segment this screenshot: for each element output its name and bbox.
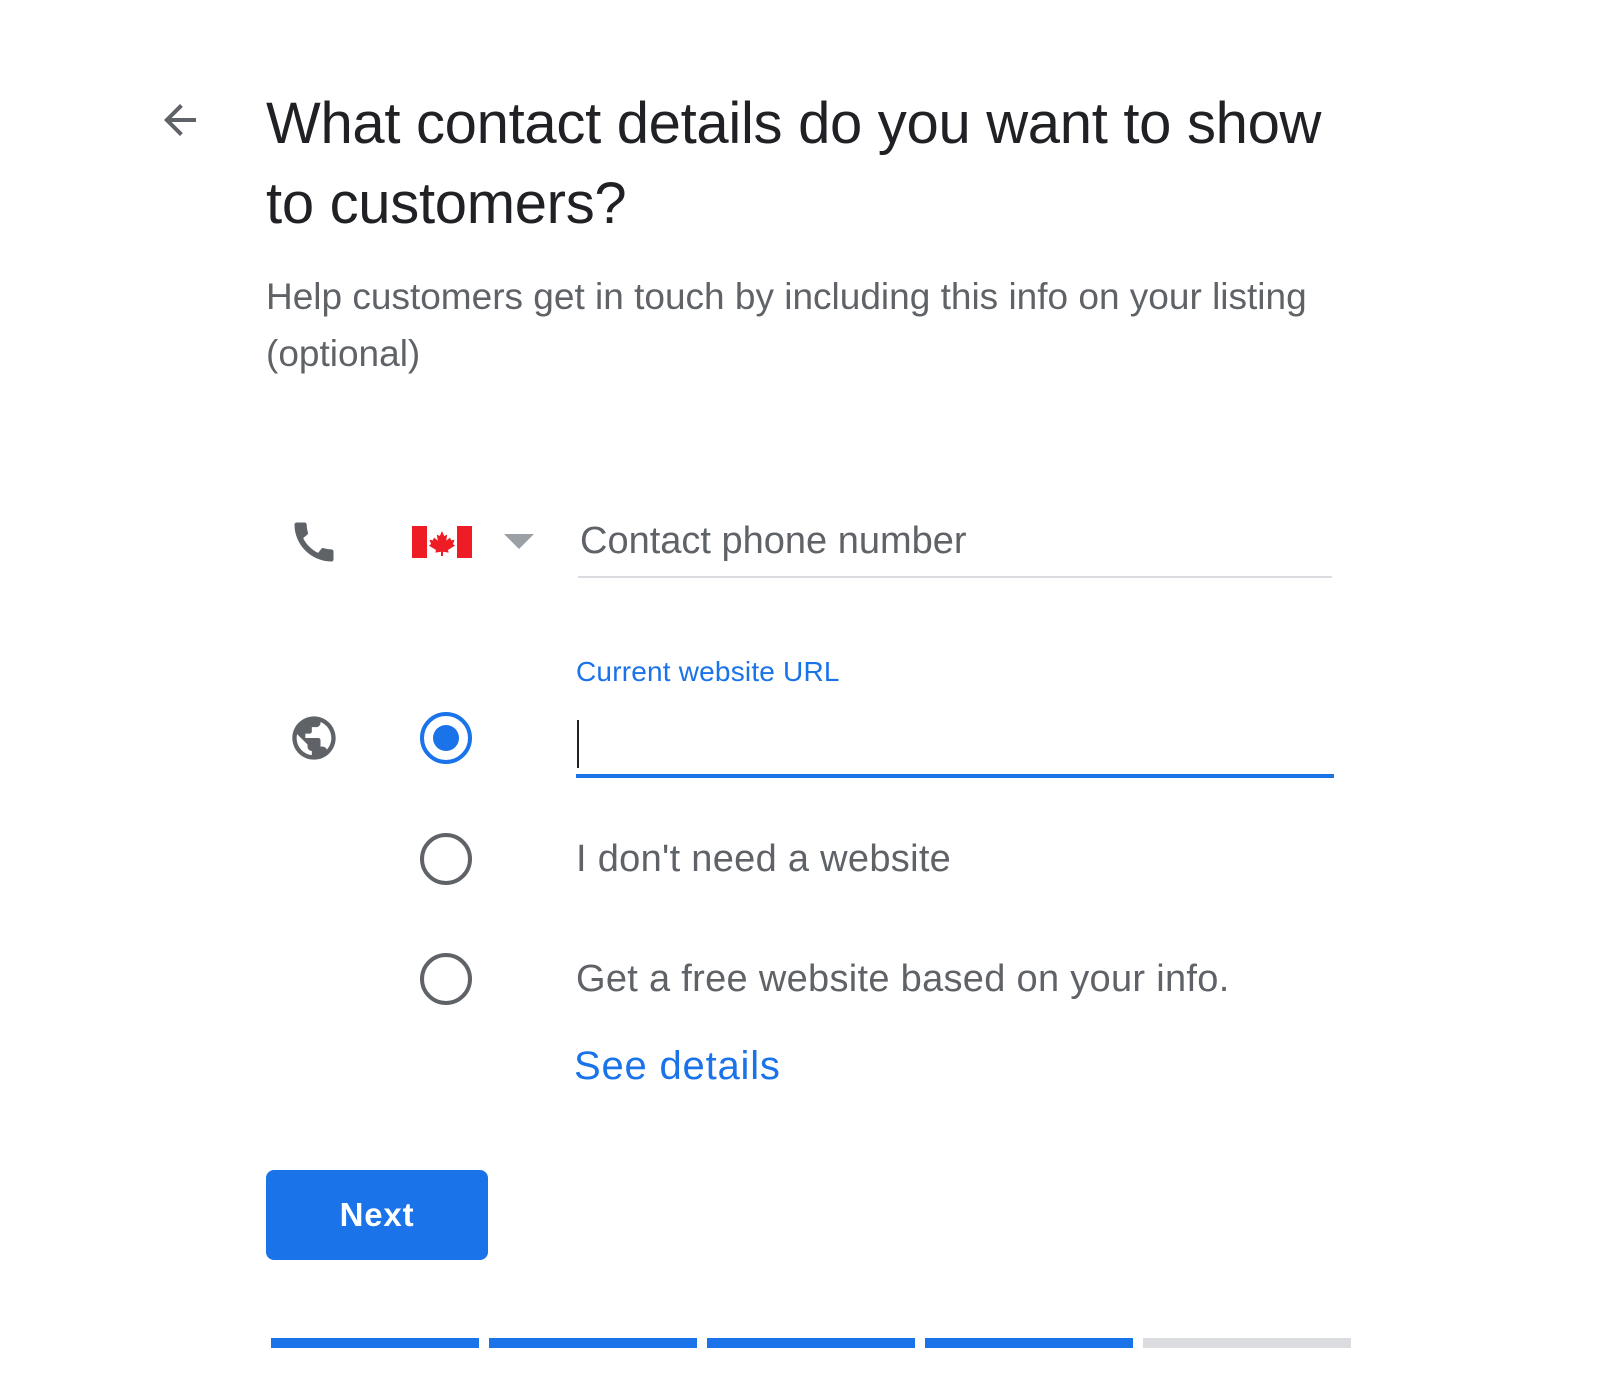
progress-segment [1143,1338,1351,1348]
page-subtitle: Help customers get in touch by including… [266,276,1307,374]
progress-segment [489,1338,697,1348]
radio-free-website[interactable] [420,953,472,1005]
back-button[interactable] [150,90,210,150]
country-code-dropdown[interactable] [412,520,560,564]
progress-segment [271,1338,479,1348]
contact-details-page: What contact details do you want to show… [0,0,1604,1400]
website-url-field[interactable] [576,714,1334,778]
next-button[interactable]: Next [266,1170,488,1260]
dropdown-caret-icon [504,534,534,549]
globe-icon [292,716,336,760]
text-cursor [577,720,579,768]
no-website-label[interactable]: I don't need a website [576,838,951,881]
phone-icon [294,522,334,562]
radio-current-website[interactable] [420,712,472,764]
radio-no-website[interactable] [420,833,472,885]
website-url-label: Current website URL [576,656,840,687]
canada-flag-icon [412,526,472,558]
free-website-label[interactable]: Get a free website based on your info. [576,958,1230,1001]
progress-segment [925,1338,1133,1348]
progress-segment [707,1338,915,1348]
arrow-back-icon [164,104,196,136]
page-title: What contact details do you want to show… [266,91,1322,236]
progress-bar [271,1338,1351,1348]
phone-number-input[interactable] [578,506,1332,578]
see-details-link[interactable]: See details [574,1044,781,1089]
website-url-input[interactable] [576,714,1334,774]
